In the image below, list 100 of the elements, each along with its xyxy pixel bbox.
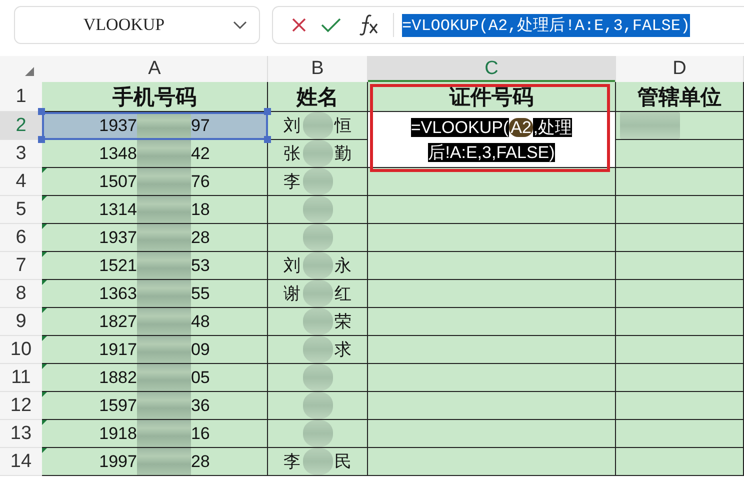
blur-patch bbox=[136, 308, 191, 335]
table-cell[interactable]: 1918 16 bbox=[42, 420, 268, 448]
cell-text: 永 bbox=[334, 255, 352, 277]
blur-patch bbox=[136, 224, 191, 251]
table-cell[interactable] bbox=[368, 252, 616, 280]
blur-patch bbox=[302, 252, 332, 279]
row-header[interactable]: 9 bbox=[0, 308, 42, 336]
table-cell[interactable]: 1363 55 bbox=[42, 280, 268, 308]
table-cell[interactable] bbox=[616, 420, 744, 448]
table-cell[interactable]: 1597 36 bbox=[42, 392, 268, 420]
blur-patch bbox=[136, 280, 191, 307]
column-header[interactable]: B bbox=[268, 56, 368, 82]
table-cell[interactable] bbox=[616, 224, 744, 252]
resize-handle[interactable] bbox=[38, 108, 45, 115]
table-cell[interactable] bbox=[368, 336, 616, 364]
table-cell[interactable] bbox=[616, 448, 744, 476]
blur-patch bbox=[302, 112, 332, 139]
resize-handle[interactable] bbox=[264, 136, 271, 143]
table-cell[interactable] bbox=[616, 308, 744, 336]
cell-text: 97 bbox=[190, 116, 210, 136]
cell-text: 53 bbox=[190, 256, 210, 276]
blur-patch bbox=[302, 224, 332, 251]
blur-patch bbox=[136, 140, 191, 167]
cell-text: 1521 bbox=[99, 256, 137, 276]
table-cell[interactable] bbox=[368, 448, 616, 476]
blur-patch bbox=[136, 252, 191, 279]
row-header[interactable]: 12 bbox=[0, 392, 42, 420]
cell-text: 民 bbox=[334, 451, 352, 473]
blur-patch bbox=[136, 448, 191, 475]
table-cell[interactable]: 1997 28 bbox=[42, 448, 268, 476]
check-icon[interactable] bbox=[321, 17, 341, 33]
cell-text: 16 bbox=[190, 424, 210, 444]
column-header[interactable]: D bbox=[616, 56, 744, 82]
select-all-icon[interactable] bbox=[25, 67, 34, 76]
row-header[interactable]: 11 bbox=[0, 364, 42, 392]
table-cell[interactable] bbox=[368, 364, 616, 392]
table-cell[interactable]: 1507 76 bbox=[42, 168, 268, 196]
table-cell[interactable] bbox=[616, 336, 744, 364]
blur-patch bbox=[302, 308, 332, 335]
cell-text: 28 bbox=[190, 452, 210, 472]
resize-handle[interactable] bbox=[38, 136, 45, 143]
table-cell[interactable] bbox=[368, 420, 616, 448]
blur-patch bbox=[136, 336, 191, 363]
table-cell[interactable]: 1521 53 bbox=[42, 252, 268, 280]
blur-patch bbox=[302, 168, 332, 195]
cell-editor[interactable]: =VLOOKUP(A2,处理 后!A:E,3,FALSE) bbox=[368, 112, 616, 168]
cell-text: 1917 bbox=[99, 340, 137, 360]
table-cell[interactable]: 1314 18 bbox=[42, 196, 268, 224]
blur-patch bbox=[302, 392, 332, 419]
cell-text: 刘 bbox=[282, 115, 300, 137]
table-cell[interactable]: 1917 09 bbox=[42, 336, 268, 364]
table-cell[interactable] bbox=[368, 224, 616, 252]
table-cell[interactable] bbox=[368, 168, 616, 196]
cell-text: 55 bbox=[190, 284, 210, 304]
row-header[interactable]: 2 bbox=[0, 112, 42, 140]
cell-text: 1937 bbox=[99, 116, 137, 136]
cell-text: 张 bbox=[282, 143, 300, 165]
row-header[interactable]: 1 bbox=[0, 82, 42, 112]
cell-text: 76 bbox=[190, 172, 210, 192]
table-cell[interactable]: 1827 48 bbox=[42, 308, 268, 336]
close-icon[interactable] bbox=[291, 17, 307, 33]
row-header[interactable]: 6 bbox=[0, 224, 42, 252]
column-header[interactable]: C bbox=[368, 56, 616, 82]
table-cell[interactable] bbox=[616, 196, 744, 224]
table-cell[interactable] bbox=[368, 196, 616, 224]
name-box[interactable]: VLOOKUP bbox=[14, 6, 260, 44]
row-header[interactable]: 7 bbox=[0, 252, 42, 280]
row-header[interactable]: 8 bbox=[0, 280, 42, 308]
blur-patch bbox=[302, 336, 332, 363]
blur-patch bbox=[136, 112, 191, 139]
cell-text: 48 bbox=[190, 312, 210, 332]
table-cell[interactable] bbox=[616, 168, 744, 196]
row-header[interactable]: 3 bbox=[0, 140, 42, 168]
formula-text[interactable]: =VLOOKUP(A2,处理后!A:E,3,FALSE) bbox=[402, 14, 690, 36]
cell-text: 谢 bbox=[282, 283, 300, 305]
cell-text: 1937 bbox=[99, 228, 137, 248]
cell-text: 求 bbox=[334, 339, 352, 361]
row-header[interactable]: 5 bbox=[0, 196, 42, 224]
column-title: 手机号码 bbox=[42, 82, 268, 112]
table-cell[interactable] bbox=[368, 392, 616, 420]
table-cell[interactable]: 1348 42 bbox=[42, 140, 268, 168]
table-cell[interactable]: 1937 28 bbox=[42, 224, 268, 252]
table-cell[interactable] bbox=[616, 140, 744, 168]
blur-patch bbox=[136, 420, 191, 447]
table-cell[interactable] bbox=[368, 308, 616, 336]
row-header[interactable]: 4 bbox=[0, 168, 42, 196]
table-cell[interactable] bbox=[616, 280, 744, 308]
table-cell[interactable] bbox=[616, 392, 744, 420]
table-cell[interactable] bbox=[616, 112, 744, 140]
column-header[interactable]: A bbox=[42, 56, 268, 82]
row-header[interactable]: 13 bbox=[0, 420, 42, 448]
table-cell[interactable] bbox=[616, 364, 744, 392]
table-cell[interactable]: 1882 05 bbox=[42, 364, 268, 392]
row-header[interactable]: 10 bbox=[0, 336, 42, 364]
cell-text: 李 bbox=[282, 451, 300, 473]
table-cell[interactable] bbox=[368, 280, 616, 308]
resize-handle[interactable] bbox=[264, 108, 271, 115]
table-cell[interactable] bbox=[616, 252, 744, 280]
row-header[interactable]: 14 bbox=[0, 448, 42, 476]
cell-text: 荣 bbox=[334, 311, 352, 333]
